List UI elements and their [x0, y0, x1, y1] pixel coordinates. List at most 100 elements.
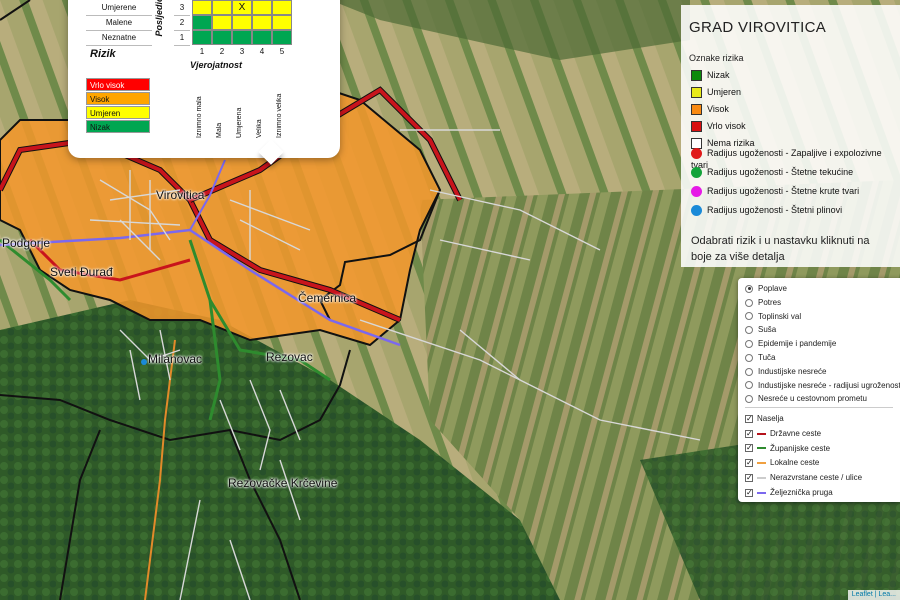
risk-legend-item: Nizak [86, 120, 150, 133]
legend-risk-item[interactable]: Nizak [691, 69, 730, 82]
legend-risk-item[interactable]: Umjeren [691, 86, 741, 99]
checkbox[interactable]: ✓ [745, 429, 753, 438]
place-label-virovitica: Virovitica [156, 188, 205, 202]
checkbox[interactable]: ✓ [745, 414, 753, 423]
severity-label: Malene [86, 15, 152, 31]
place-label-rezovacke-krcevine: Rezovačke Krčevine [228, 476, 338, 490]
risk-layer-option[interactable]: Nesreće u cestovnom prometu [745, 392, 867, 405]
legend-risk-item[interactable]: Visok [691, 103, 729, 116]
matrix-cell[interactable] [192, 0, 212, 15]
radio-button[interactable] [745, 395, 753, 404]
risk-layer-option[interactable]: Industijske nesreće [745, 365, 826, 378]
place-label-rezovac: Rezovac [266, 350, 313, 364]
probability-level: 2 [219, 47, 225, 56]
risk-layer-label: Nesreće u cestovnom prometu [758, 394, 867, 404]
radio-button[interactable] [745, 284, 753, 293]
overlay-layer-option[interactable]: ✓ Željeznička pruga [745, 486, 833, 499]
risk-matrix-popup: Umjerene Malene Neznatne Rizik Posljedic… [68, 0, 340, 165]
matrix-cell[interactable] [272, 0, 292, 15]
line-swatch [757, 477, 766, 480]
radio-button[interactable] [745, 340, 753, 349]
probability-level: 5 [279, 47, 285, 56]
matrix-cell[interactable] [252, 15, 272, 30]
radio-button[interactable] [745, 326, 753, 335]
risk-layer-option[interactable]: Toplinski val [745, 310, 801, 323]
overlay-layer-label: Željeznička pruga [770, 488, 833, 497]
map-attribution[interactable]: Leaflet | Lea... [847, 590, 900, 600]
risk-title: Rizik [90, 48, 116, 60]
radio-button[interactable] [745, 381, 753, 390]
risk-layer-option[interactable]: Industijske nesreće - radijusi ugroženos… [745, 379, 900, 392]
risk-swatch [691, 121, 702, 133]
risk-layer-option[interactable]: Poplave [745, 282, 787, 295]
radius-circle-icon [691, 167, 702, 179]
settlement-marker [141, 359, 147, 365]
radio-button[interactable] [745, 353, 753, 362]
legend-risk-label: Vrlo visok [707, 121, 746, 131]
risk-layer-option[interactable]: Epidemije i pandemije [745, 337, 836, 350]
matrix-cell[interactable] [232, 15, 252, 30]
line-swatch [757, 432, 766, 435]
risk-layer-option[interactable]: Suša [745, 323, 776, 336]
matrix-cell[interactable] [272, 15, 292, 30]
overlay-layer-label: Naselja [757, 414, 784, 423]
legend-risk-item[interactable]: Vrlo visok [691, 120, 746, 133]
overlay-layer-option[interactable]: ✓ Nerazvrstane ceste / ulice [745, 471, 862, 484]
radius-circle-icon [691, 186, 702, 198]
radio-button[interactable] [745, 312, 753, 321]
matrix-cell[interactable] [212, 15, 232, 30]
legend-radius-item[interactable]: Radijus ugoženosti - Zapaljive i expoloz… [691, 147, 900, 170]
matrix-cell[interactable] [252, 30, 272, 45]
radius-circle-icon [691, 148, 702, 160]
matrix-cell[interactable] [212, 0, 232, 15]
risk-layer-label: Toplinski val [758, 311, 802, 321]
probability-name: Iznimno mala [196, 96, 203, 138]
overlay-layer-label: Lokalne ceste [770, 458, 820, 468]
probability-name: Iznimno velika [276, 93, 283, 138]
layer-control: Poplave Potres Toplinski val Suša Epidemije … [738, 278, 900, 502]
overlay-layer-option[interactable]: ✓ Županijske ceste [745, 442, 830, 455]
matrix-cell[interactable] [192, 30, 212, 45]
probability-name: Mala [216, 122, 223, 138]
risk-legend-item: Umjeren [86, 106, 150, 119]
line-swatch [757, 462, 766, 465]
risk-layer-label: Poplave [758, 284, 787, 293]
risk-layer-option[interactable]: Potres [745, 296, 781, 309]
checkbox[interactable]: ✓ [745, 444, 753, 453]
matrix-cell[interactable] [252, 0, 272, 15]
radio-button[interactable] [745, 367, 753, 376]
risk-matrix: Umjerene Malene Neznatne Rizik Posljedic… [86, 0, 292, 140]
probability-title: Vjerojatnost [190, 60, 243, 70]
overlay-layer-option[interactable]: ✓ Lokalne ceste [745, 456, 819, 469]
matrix-cell[interactable]: X [232, 0, 252, 15]
severity-level: 1 [174, 30, 190, 46]
overlay-layer-option[interactable]: ✓ Naselja [745, 412, 784, 425]
radio-button[interactable] [745, 298, 753, 307]
checkbox[interactable]: ✓ [745, 459, 753, 468]
risk-swatch [691, 87, 702, 99]
legend-radius-item[interactable]: Radijus ugoženosti - Štetne tekućine [691, 166, 854, 179]
checkbox[interactable]: ✓ [745, 488, 753, 497]
risk-layer-label: Tuča [758, 353, 776, 362]
checkbox[interactable]: ✓ [745, 474, 753, 483]
risk-swatch [691, 70, 702, 82]
matrix-cell[interactable] [212, 30, 232, 45]
severity-label: Umjerene [86, 0, 152, 16]
probability-name: Velika [256, 119, 263, 138]
risk-layer-option[interactable]: Tuča [745, 351, 776, 364]
matrix-cell[interactable] [232, 30, 252, 45]
legend-radius-item[interactable]: Radijus ugoženosti - Štetni plinovi [691, 204, 842, 217]
legend-risk-label: Nizak [707, 70, 730, 80]
overlay-layer-option[interactable]: ✓ Državne ceste [745, 427, 821, 440]
risk-layer-label: Potres [758, 297, 782, 307]
legend-radius-label: Radijus ugoženosti - Štetne tekućine [707, 167, 854, 177]
risk-legend-item: Visok [86, 92, 150, 105]
matrix-cell[interactable] [192, 15, 212, 30]
overlay-layer-label: Županijske ceste [770, 443, 831, 453]
overlay-layer-label: Državne ceste [770, 428, 822, 438]
legend-subtitle: Oznake rizika [689, 53, 744, 63]
legend-radius-item[interactable]: Radijus ugoženosti - Štetne krute tvari [691, 185, 859, 198]
severity-level: 2 [174, 15, 190, 31]
matrix-cell[interactable] [272, 30, 292, 45]
risk-layer-label: Industijske nesreće [758, 366, 827, 376]
